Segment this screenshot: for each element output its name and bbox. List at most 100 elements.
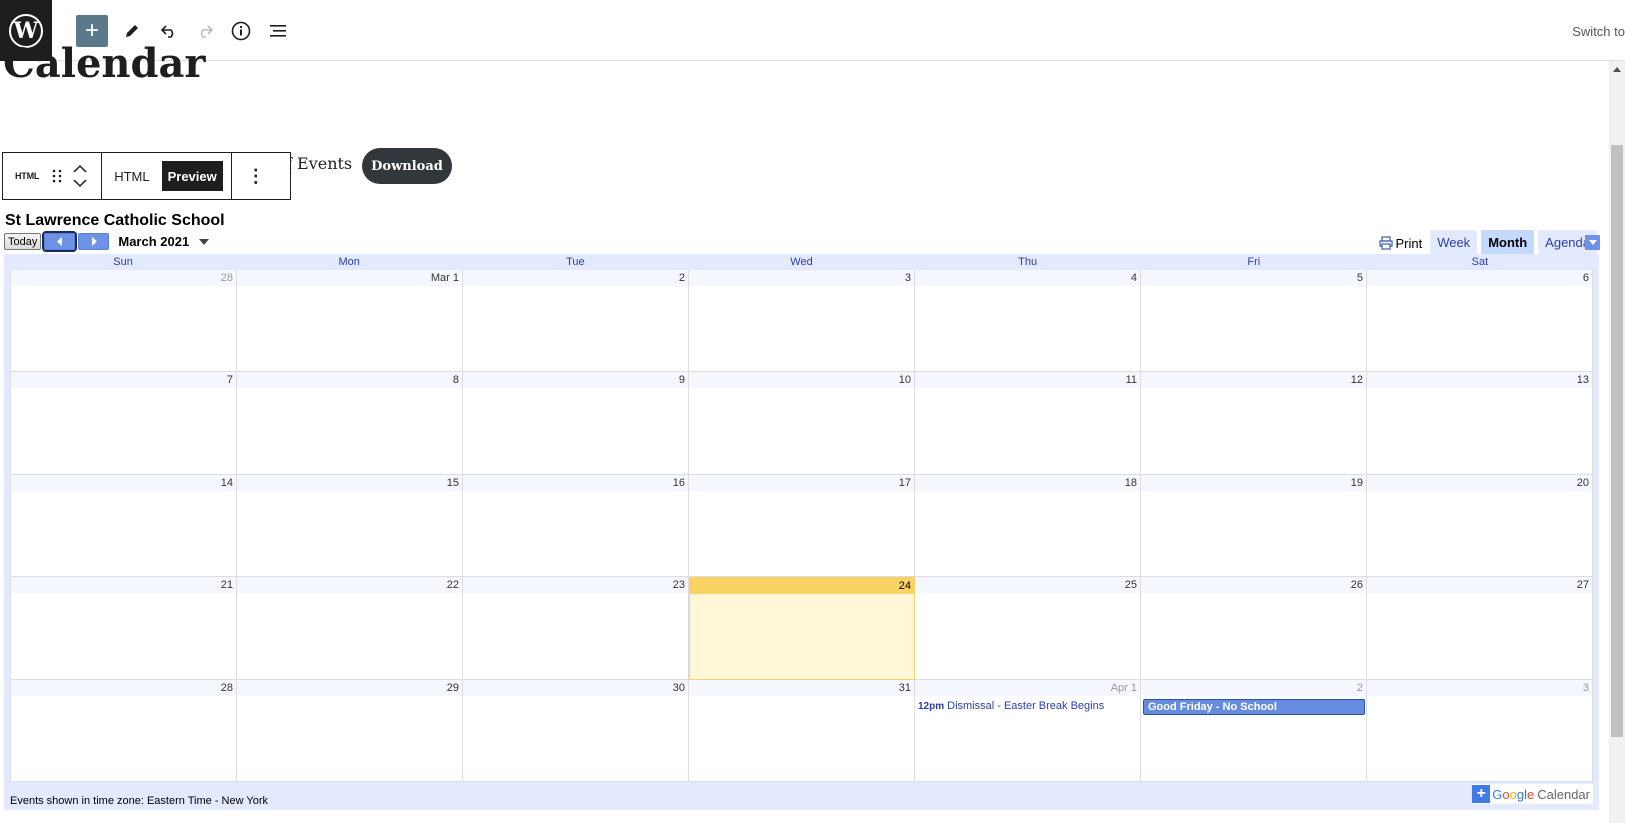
- day-number[interactable]: 8: [237, 372, 462, 389]
- day-number[interactable]: 3: [1367, 679, 1592, 696]
- day-number[interactable]: 14: [11, 474, 236, 491]
- day-number[interactable]: Mar 1: [237, 270, 462, 286]
- day-cell[interactable]: 4: [915, 270, 1141, 373]
- page-scrollbar[interactable]: [1609, 61, 1625, 823]
- download-button[interactable]: Download: [362, 148, 452, 184]
- day-cell[interactable]: 16: [463, 474, 689, 578]
- tab-month[interactable]: Month: [1481, 230, 1535, 254]
- move-down-icon[interactable]: [73, 179, 87, 187]
- google-calendar-badge[interactable]: + Google Calendar: [1472, 784, 1593, 804]
- day-number[interactable]: 2: [463, 270, 688, 286]
- day-number[interactable]: 29: [237, 679, 462, 696]
- page-title[interactable]: Calendar: [3, 40, 205, 87]
- day-cell[interactable]: 15: [237, 474, 463, 578]
- day-number[interactable]: 20: [1367, 474, 1592, 491]
- day-cell-today[interactable]: 24: [689, 577, 915, 680]
- scroll-up-arrow-icon[interactable]: [1613, 67, 1621, 72]
- day-number[interactable]: 21: [11, 577, 236, 594]
- html-block-icon[interactable]: HTML: [3, 171, 49, 181]
- day-number[interactable]: 11: [915, 372, 1140, 389]
- day-cell[interactable]: 10: [689, 372, 915, 475]
- day-number[interactable]: 28: [11, 679, 236, 696]
- day-cell[interactable]: 3: [1367, 679, 1593, 782]
- prev-month-button[interactable]: [42, 231, 78, 252]
- day-number[interactable]: 26: [1141, 577, 1366, 594]
- day-number[interactable]: Apr 1: [915, 679, 1140, 696]
- day-cell[interactable]: 22: [237, 577, 463, 680]
- day-number[interactable]: 4: [915, 270, 1140, 286]
- day-cell[interactable]: 2: [463, 270, 689, 373]
- html-tab[interactable]: HTML: [102, 153, 161, 199]
- day-number[interactable]: 24: [690, 578, 914, 595]
- day-cell[interactable]: 7: [11, 372, 237, 475]
- day-cell[interactable]: 18: [915, 474, 1141, 578]
- day-cell[interactable]: 26: [1141, 577, 1367, 680]
- day-cell[interactable]: 5: [1141, 270, 1367, 373]
- paragraph-text[interactable]: f Events: [286, 154, 352, 173]
- day-number[interactable]: 13: [1367, 372, 1592, 389]
- day-number[interactable]: 17: [689, 474, 914, 491]
- day-number[interactable]: 6: [1367, 270, 1592, 286]
- more-options-icon[interactable]: ⋮: [232, 166, 280, 187]
- day-cell[interactable]: 30: [463, 679, 689, 782]
- tab-week[interactable]: Week: [1430, 230, 1478, 254]
- month-label: March 2021: [118, 234, 190, 249]
- day-cell[interactable]: 14: [11, 474, 237, 578]
- day-number[interactable]: 7: [11, 372, 236, 389]
- day-number[interactable]: 5: [1141, 270, 1366, 286]
- day-number[interactable]: 3: [689, 270, 914, 286]
- print-button[interactable]: Print: [1379, 232, 1422, 254]
- switch-to-draft-link[interactable]: Switch to: [1572, 24, 1625, 39]
- day-number[interactable]: 18: [915, 474, 1140, 491]
- day-cell[interactable]: 6: [1367, 270, 1593, 373]
- day-cell[interactable]: 27: [1367, 577, 1593, 680]
- preview-tab[interactable]: Preview: [161, 161, 223, 191]
- day-cell[interactable]: 11: [915, 372, 1141, 475]
- month-picker[interactable]: March 2021: [118, 234, 210, 249]
- day-cell[interactable]: 29: [237, 679, 463, 782]
- day-number[interactable]: 12: [1141, 372, 1366, 389]
- details-info-icon[interactable]: [227, 17, 255, 45]
- day-cell[interactable]: 2 Good Friday - No School: [1141, 679, 1367, 782]
- day-cell[interactable]: 17: [689, 474, 915, 578]
- day-number[interactable]: 9: [463, 372, 688, 389]
- day-number[interactable]: 23: [463, 577, 688, 594]
- day-cell[interactable]: 19: [1141, 474, 1367, 578]
- day-number[interactable]: 28: [11, 270, 236, 286]
- move-up-icon[interactable]: [73, 165, 87, 173]
- day-cell[interactable]: 28: [11, 270, 237, 373]
- day-number[interactable]: 25: [915, 577, 1140, 594]
- weekday-label: Mon: [338, 256, 360, 268]
- day-cell[interactable]: 31: [689, 679, 915, 782]
- day-cell[interactable]: 13: [1367, 372, 1593, 475]
- day-cell[interactable]: 20: [1367, 474, 1593, 578]
- calendar-list-dropdown[interactable]: [1585, 235, 1600, 250]
- day-cell[interactable]: 23: [463, 577, 689, 680]
- day-cell[interactable]: 12: [1141, 372, 1367, 475]
- day-cell[interactable]: 8: [237, 372, 463, 475]
- day-number[interactable]: 19: [1141, 474, 1366, 491]
- day-cell[interactable]: 28: [11, 679, 237, 782]
- day-cell[interactable]: Mar 1: [237, 270, 463, 373]
- day-cell[interactable]: 9: [463, 372, 689, 475]
- event-title: Dismissal - Easter Break Begins: [947, 699, 1105, 712]
- next-month-button[interactable]: [78, 233, 110, 250]
- scrollbar-thumb[interactable]: [1611, 145, 1623, 737]
- day-cell[interactable]: 3: [689, 270, 915, 373]
- day-number[interactable]: 22: [237, 577, 462, 594]
- today-button[interactable]: Today: [4, 233, 42, 250]
- day-cell[interactable]: Apr 1 12pm Dismissal - Easter Break Begins: [915, 679, 1141, 782]
- list-view-icon[interactable]: [264, 17, 292, 45]
- all-day-event[interactable]: Good Friday - No School: [1143, 698, 1365, 715]
- day-number[interactable]: 15: [237, 474, 462, 491]
- day-number[interactable]: 2: [1141, 679, 1366, 696]
- day-number[interactable]: 10: [689, 372, 914, 389]
- day-number[interactable]: 30: [463, 679, 688, 696]
- calendar-event[interactable]: 12pm Dismissal - Easter Break Begins: [915, 696, 1140, 716]
- day-cell[interactable]: 21: [11, 577, 237, 680]
- drag-handle-icon[interactable]: [49, 166, 65, 186]
- day-cell[interactable]: 25: [915, 577, 1141, 680]
- day-number[interactable]: 27: [1367, 577, 1592, 594]
- day-number[interactable]: 16: [463, 474, 688, 491]
- day-number[interactable]: 31: [689, 679, 914, 696]
